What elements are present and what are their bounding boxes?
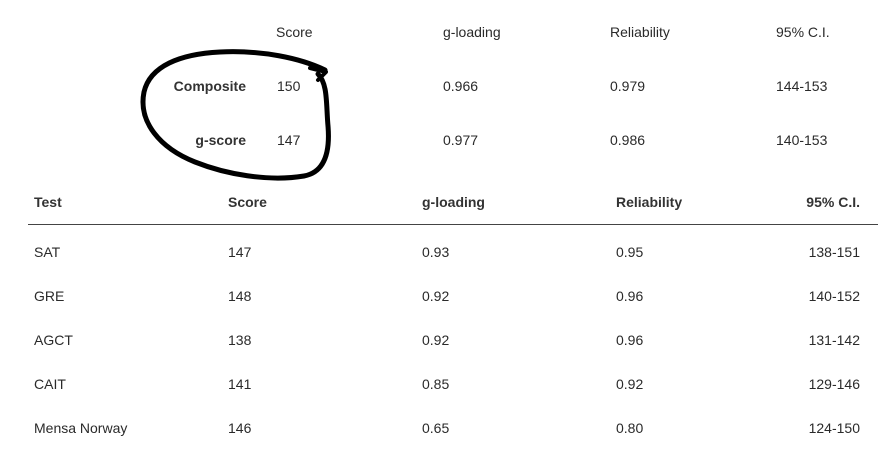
cell-g-loading: 0.85 (422, 376, 450, 392)
cell-score: 141 (228, 376, 252, 392)
summary-row-label: g-score (195, 132, 246, 148)
summary-row-ci: 144-153 (776, 78, 828, 94)
summary-row-reliability: 0.986 (610, 132, 646, 148)
cell-reliability: 0.92 (616, 376, 644, 392)
cell-ci: 140-152 (808, 288, 860, 304)
column-header-g-loading: g-loading (422, 194, 485, 210)
cell-g-loading: 0.92 (422, 288, 450, 304)
summary-header-ci: 95% C.I. (776, 24, 830, 40)
column-header-score: Score (228, 194, 267, 210)
cell-g-loading: 0.92 (422, 332, 450, 348)
cell-ci: 131-142 (808, 332, 860, 348)
cell-reliability: 0.96 (616, 288, 644, 304)
cell-g-loading: 0.93 (422, 244, 450, 260)
cell-g-loading: 0.65 (422, 420, 450, 436)
cell-score: 148 (228, 288, 252, 304)
cell-test: Mensa Norway (34, 420, 128, 436)
cell-reliability: 0.96 (616, 332, 644, 348)
cell-score: 147 (228, 244, 252, 260)
cell-test: SAT (34, 244, 61, 260)
summary-row-g-loading: 0.977 (443, 132, 479, 148)
summary-header-score: Score (276, 24, 313, 40)
cell-ci: 124-150 (808, 420, 860, 436)
cell-test: CAIT (34, 376, 66, 392)
summary-row-label: Composite (173, 78, 246, 94)
column-header-reliability: Reliability (616, 194, 683, 210)
summary-header-reliability: Reliability (610, 24, 670, 40)
summary-header-g-loading: g-loading (443, 24, 501, 40)
cell-ci: 138-151 (808, 244, 860, 260)
column-header-ci: 95% C.I. (806, 194, 860, 210)
cell-ci: 129-146 (808, 376, 860, 392)
summary-row-g-loading: 0.966 (443, 78, 479, 94)
cell-test: AGCT (34, 332, 73, 348)
header-divider (28, 224, 878, 225)
cell-reliability: 0.95 (616, 244, 644, 260)
summary-row-reliability: 0.979 (610, 78, 646, 94)
cell-reliability: 0.80 (616, 420, 644, 436)
column-header-test: Test (34, 194, 62, 210)
cell-score: 138 (228, 332, 252, 348)
summary-row-score: 150 (277, 78, 301, 94)
cell-score: 146 (228, 420, 252, 436)
summary-row-ci: 140-153 (776, 132, 828, 148)
cell-test: GRE (34, 288, 65, 304)
summary-row-score: 147 (277, 132, 301, 148)
